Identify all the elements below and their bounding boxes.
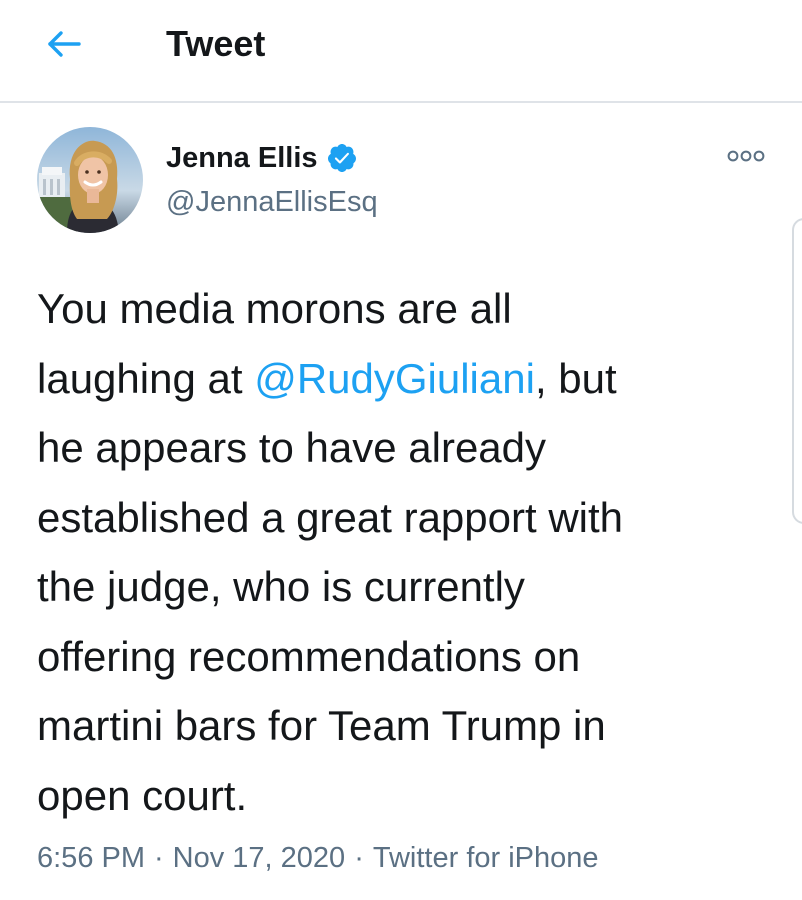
- verified-badge-icon: [327, 144, 356, 172]
- author-handle[interactable]: @JennaEllisEsq: [166, 184, 378, 220]
- more-options-icon: [727, 150, 765, 162]
- more-options-button[interactable]: [724, 144, 768, 168]
- avatar[interactable]: [37, 127, 143, 233]
- separator: ·: [354, 842, 364, 874]
- tweet-date: Nov 17, 2020: [172, 842, 346, 874]
- tweet-text: You media morons are all laughing at @Ru…: [37, 274, 777, 830]
- arrow-left-icon: [48, 31, 81, 57]
- author-name-row: Jenna Ellis: [166, 138, 358, 178]
- app-header: Tweet: [0, 0, 802, 103]
- avatar-photo: [37, 127, 143, 233]
- mention-link[interactable]: @RudyGiuliani: [254, 355, 535, 402]
- tweet-source-link[interactable]: Twitter for iPhone: [373, 842, 599, 874]
- tweet-metadata: 6:56 PM · Nov 17, 2020 · Twitter for iPhone: [37, 838, 599, 878]
- separator: ·: [154, 842, 164, 874]
- author-name[interactable]: Jenna Ellis: [166, 140, 318, 176]
- back-button[interactable]: [44, 27, 84, 61]
- tweet-text-part: , but he appears to have already establi…: [37, 354, 624, 819]
- scrollbar-track[interactable]: [792, 218, 802, 524]
- tweet-time: 6:56 PM: [37, 842, 145, 874]
- page-title: Tweet: [166, 23, 266, 64]
